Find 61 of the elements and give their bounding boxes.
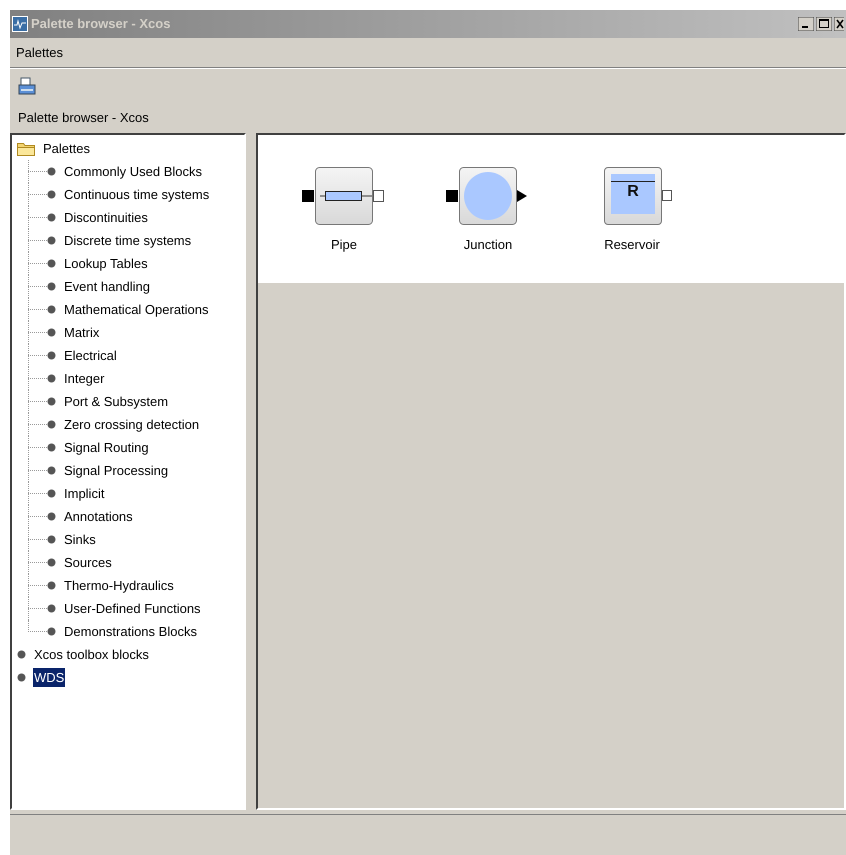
tree-item[interactable]: Discontinuities (63, 208, 149, 228)
tree-item[interactable]: Thermo-Hydraulics (63, 576, 175, 596)
tree-item[interactable]: Annotations (63, 506, 134, 526)
tree-item[interactable]: Signal Routing (63, 438, 150, 458)
node-icon (47, 190, 56, 199)
tree-item[interactable]: Implicit (63, 484, 106, 504)
node-icon (17, 650, 26, 659)
node-icon (47, 627, 56, 636)
close-button[interactable] (834, 17, 844, 31)
node-icon (47, 443, 56, 452)
tree-item[interactable]: Continuous time systems (63, 184, 210, 204)
node-icon (47, 351, 56, 360)
node-icon (47, 259, 56, 268)
node-icon (47, 420, 56, 429)
node-icon (47, 328, 56, 337)
tree-item[interactable]: Electrical (63, 346, 118, 366)
tree-item[interactable]: Sources (63, 552, 113, 572)
block-label: Pipe (330, 236, 358, 254)
maximize-button[interactable] (816, 17, 832, 31)
tree-item[interactable]: Commonly Used Blocks (63, 162, 203, 182)
tree-item[interactable]: Lookup Tables (63, 254, 149, 274)
block-glyph: R (627, 182, 639, 202)
panel-label: Palette browser - Xcos (18, 108, 149, 127)
tree-item[interactable]: Palettes (42, 138, 91, 158)
node-icon (47, 236, 56, 245)
node-icon (47, 489, 56, 498)
tree-item[interactable]: WDS (33, 668, 66, 688)
minimize-button[interactable] (798, 17, 814, 31)
tree-item[interactable]: Sinks (63, 530, 97, 550)
node-icon (47, 535, 56, 544)
tree-item[interactable]: Discrete time systems (63, 230, 192, 250)
tree-item[interactable]: Xcos toolbox blocks (33, 644, 150, 664)
node-icon (47, 282, 56, 291)
node-icon (47, 397, 56, 406)
node-icon (47, 581, 56, 590)
block-label: Reservoir (604, 236, 660, 254)
tree-item[interactable]: User-Defined Functions (63, 598, 202, 618)
window-title: Palette browser - Xcos (31, 15, 170, 34)
menu-item[interactable]: Palettes (12, 42, 67, 62)
tree-item[interactable]: Integer (63, 368, 106, 388)
node-icon (47, 466, 56, 475)
pipe-block-icon[interactable] (302, 167, 386, 225)
folder-icon (17, 141, 35, 156)
node-icon (47, 213, 56, 222)
tree-item[interactable]: Zero crossing detection (63, 414, 200, 434)
tree-item[interactable]: Port & Subsystem (63, 392, 170, 412)
tree-item[interactable]: Mathematical Operations (63, 300, 210, 320)
node-icon (47, 167, 56, 176)
node-icon (47, 604, 56, 613)
node-icon (47, 374, 56, 383)
tree-item[interactable]: Demonstrations Blocks (63, 622, 198, 642)
block-label: Junction (464, 236, 512, 254)
node-icon (47, 305, 56, 314)
tree-item[interactable]: Signal Processing (63, 460, 170, 480)
printer-icon[interactable] (18, 76, 36, 94)
node-icon (47, 512, 56, 521)
node-icon (47, 558, 56, 567)
window-icon (12, 16, 28, 32)
node-icon (17, 673, 26, 682)
tree-item[interactable]: Event handling (63, 276, 152, 296)
tree-item[interactable]: Matrix (63, 322, 100, 342)
